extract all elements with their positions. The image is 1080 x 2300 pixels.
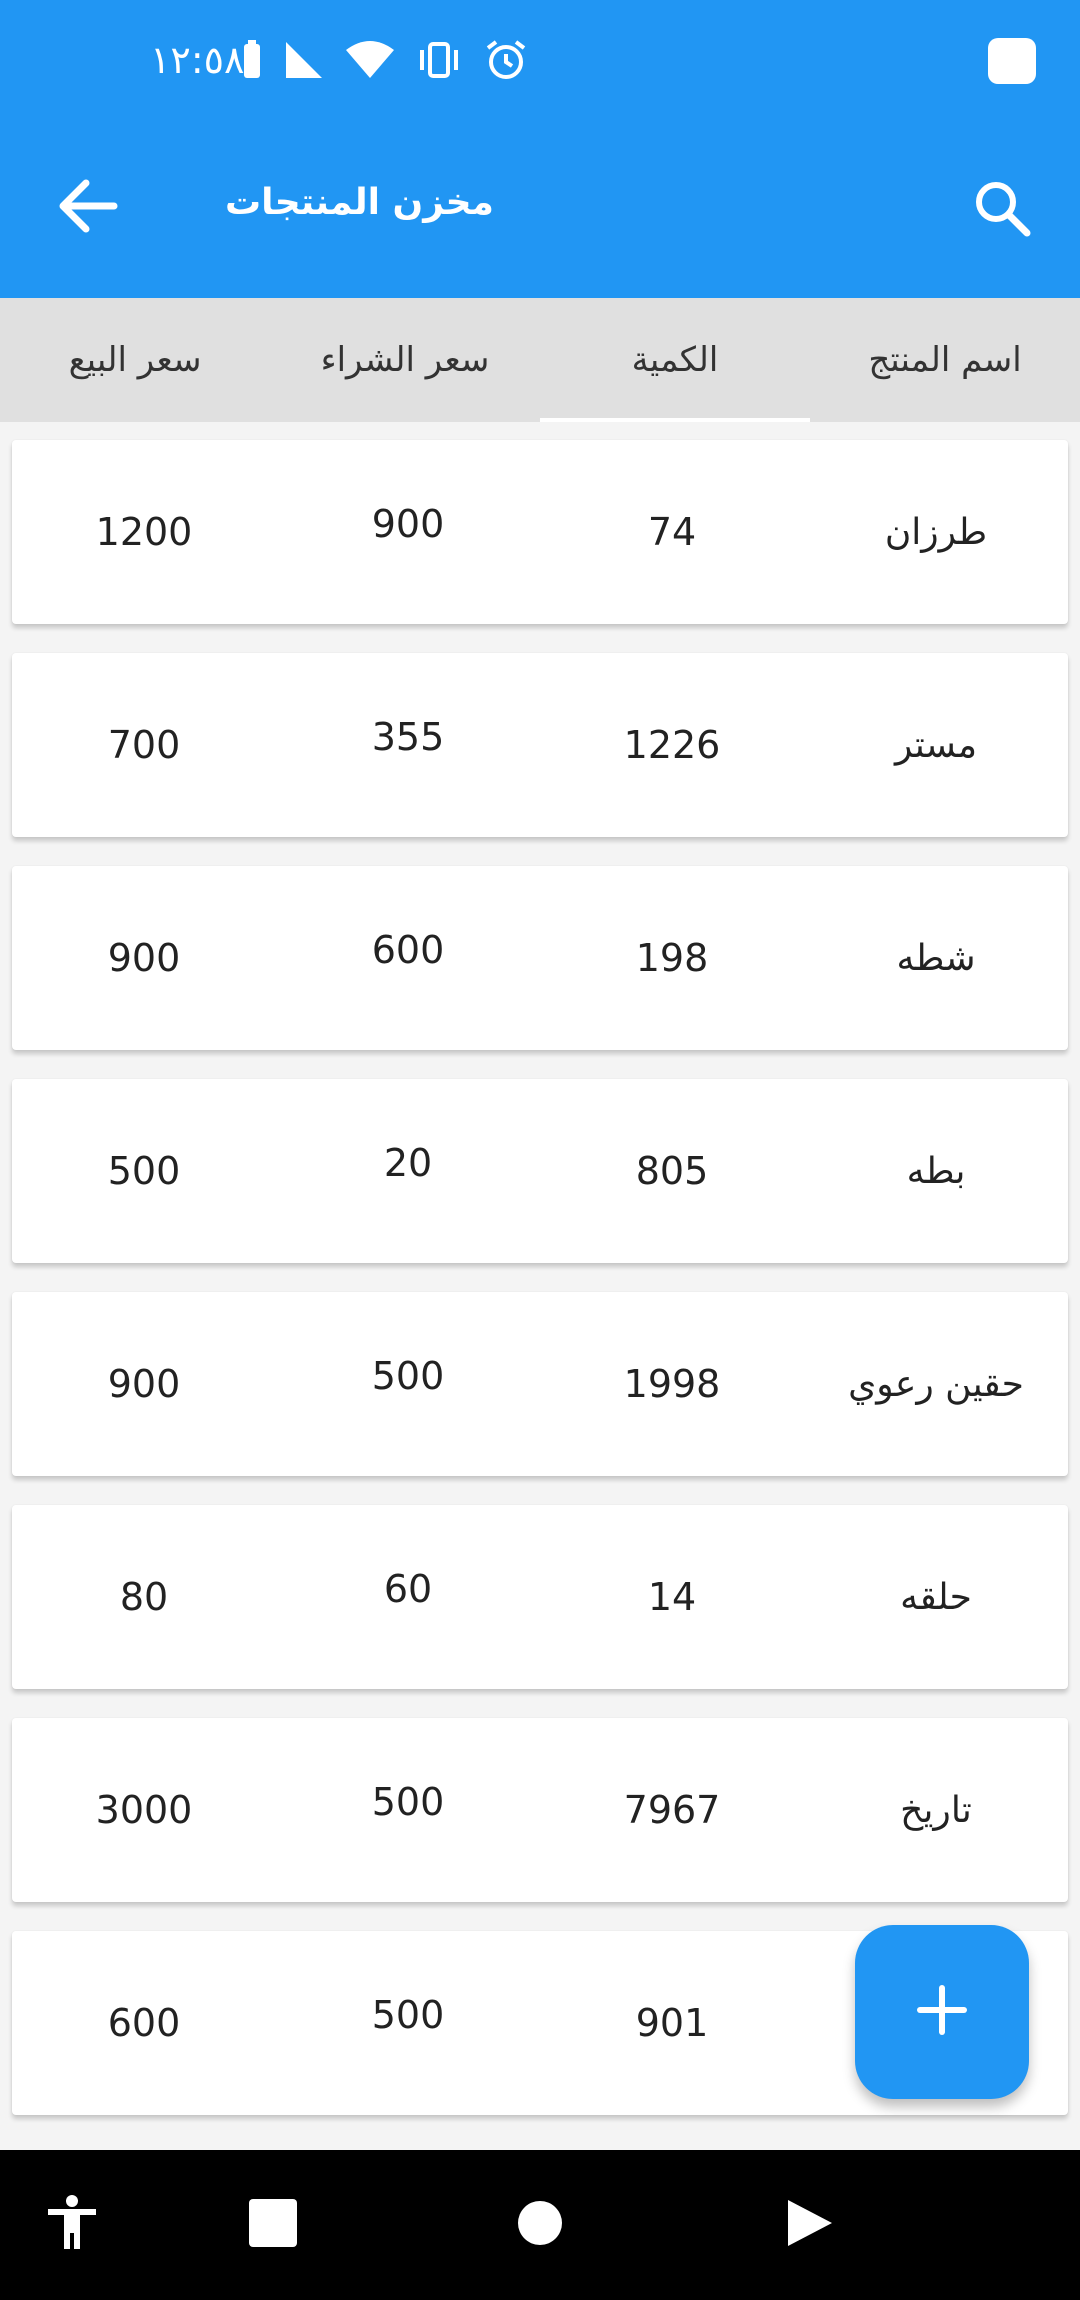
product-quantity: 901	[635, 2001, 709, 2045]
product-quantity: 14	[647, 1575, 697, 1619]
product-quantity: 1998	[623, 1362, 721, 1406]
product-row[interactable]: طرزان 74 900 1200	[12, 440, 1068, 624]
search-icon	[972, 178, 1032, 242]
signal-icon	[284, 40, 324, 80]
app-bar: مخزن المنتجات	[0, 120, 1080, 298]
header-buy-price[interactable]: سعر الشراء	[270, 298, 540, 422]
product-sell-price: 600	[107, 2001, 181, 2045]
product-row[interactable]: بطه 805 20 500	[12, 1079, 1068, 1263]
status-time: ١٢:٥٨	[150, 38, 245, 82]
product-sell-price: 500	[107, 1149, 181, 1193]
battery-icon	[242, 40, 262, 80]
product-name: طرزان	[884, 511, 988, 553]
product-buy-price: 500	[371, 1780, 445, 1824]
product-buy-price: 355	[371, 715, 445, 759]
play-triangle-icon	[786, 2198, 834, 2252]
product-quantity: 805	[635, 1149, 709, 1193]
column-header-bar: اسم المنتج الكمية سعر الشراء سعر البيع	[0, 298, 1080, 422]
status-bar: ١٢:٥٨	[0, 0, 1080, 120]
accessibility-button[interactable]	[42, 2195, 102, 2255]
product-row[interactable]: شطه 198 600 900	[12, 866, 1068, 1050]
product-quantity: 7967	[623, 1788, 721, 1832]
product-name: حلقه	[900, 1576, 972, 1618]
product-name: بطه	[906, 1150, 966, 1192]
product-buy-price: 500	[371, 1354, 445, 1398]
back-nav-button[interactable]	[780, 2195, 840, 2255]
back-button[interactable]	[50, 170, 126, 246]
product-row[interactable]: حلقه 14 60 80	[12, 1505, 1068, 1689]
add-product-button[interactable]	[855, 1925, 1029, 2099]
circle-icon	[516, 2199, 564, 2251]
search-button[interactable]	[964, 172, 1040, 248]
header-sell-price[interactable]: سعر البيع	[0, 298, 270, 422]
product-quantity: 198	[635, 936, 709, 980]
product-row[interactable]: تاريخ 7967 500 3000	[12, 1718, 1068, 1902]
product-name: شطه	[896, 937, 976, 979]
product-buy-price: 900	[371, 502, 445, 546]
product-name: مستر	[894, 724, 978, 766]
product-name: حقين رعوي	[848, 1363, 1024, 1405]
product-buy-price: 600	[371, 928, 445, 972]
product-name: تاريخ	[900, 1789, 972, 1831]
page-title: مخزن المنتجات	[225, 182, 494, 223]
product-row[interactable]: مستر 1226 355 700	[12, 653, 1068, 837]
product-sell-price: 900	[107, 1362, 181, 1406]
square-icon	[249, 2199, 297, 2251]
status-icons	[242, 36, 528, 84]
product-sell-price: 80	[119, 1575, 169, 1619]
plus-icon	[917, 1985, 967, 2039]
product-quantity: 74	[647, 510, 697, 554]
app-root: ١٢:٥٨ مخزن المنتجات اسم المنتج الكمية سع…	[0, 0, 1080, 2300]
header-quantity[interactable]: الكمية	[540, 298, 810, 422]
product-list: طرزان 74 900 1200 مستر 1226 355 700 شطه …	[0, 440, 1080, 2144]
product-sell-price: 3000	[95, 1788, 193, 1832]
product-sell-price: 1200	[95, 510, 193, 554]
product-sell-price: 900	[107, 936, 181, 980]
product-quantity: 1226	[623, 723, 721, 767]
arrow-back-icon	[58, 179, 118, 237]
product-sell-price: 700	[107, 723, 181, 767]
wifi-icon	[346, 40, 394, 80]
product-buy-price: 20	[383, 1141, 433, 1185]
accessibility-icon	[46, 2195, 98, 2255]
header-product-name[interactable]: اسم المنتج	[810, 298, 1080, 422]
product-buy-price: 60	[383, 1567, 433, 1611]
recents-button[interactable]	[243, 2195, 303, 2255]
vibrate-icon	[416, 40, 462, 80]
system-nav-bar	[0, 2150, 1080, 2300]
home-button[interactable]	[510, 2195, 570, 2255]
alarm-icon	[484, 38, 528, 82]
product-row[interactable]: حقين رعوي 1998 500 900	[12, 1292, 1068, 1476]
notification-square-icon	[988, 38, 1036, 84]
product-buy-price: 500	[371, 1993, 445, 2037]
